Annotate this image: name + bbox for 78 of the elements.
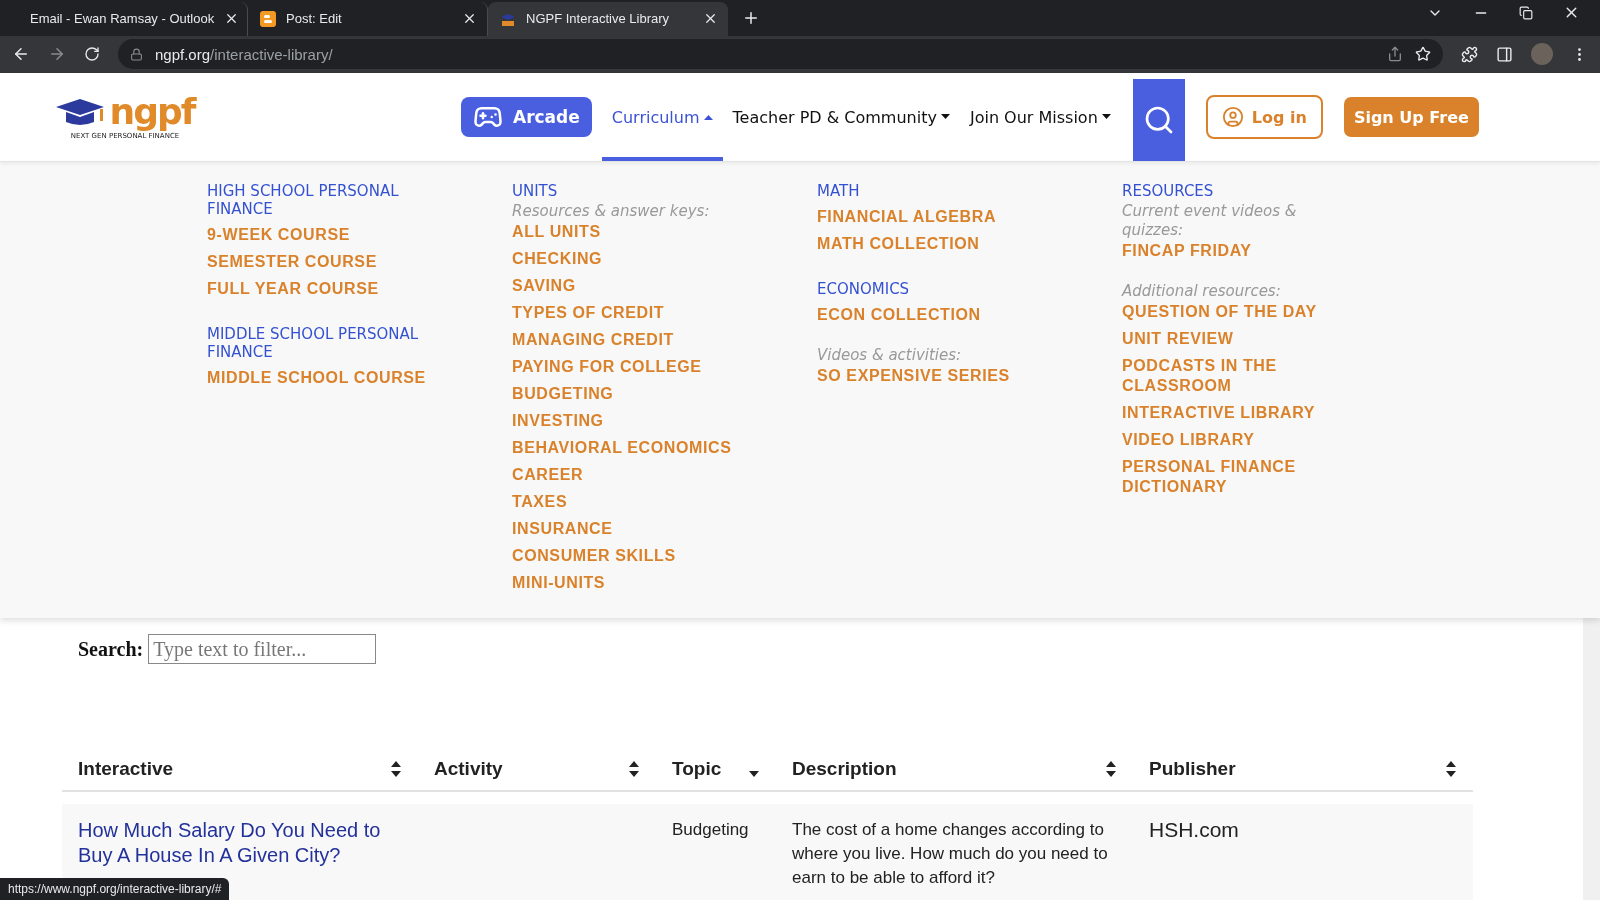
column-header[interactable]: Topic [672, 758, 722, 780]
menu-heading[interactable]: MATH [817, 182, 1057, 201]
search-field[interactable]: Type text to filter... [148, 634, 377, 664]
restore-icon[interactable] [1519, 4, 1533, 22]
menu-note: Current event videos & quizzes: [1122, 202, 1298, 241]
menu-link[interactable]: QUESTION OF THE DAY [1122, 302, 1332, 323]
menu-link[interactable]: FINCAP FRIDAY [1122, 241, 1332, 262]
signup-button[interactable]: Sign Up Free [1343, 97, 1479, 138]
browser-tab[interactable]: NGPF Interactive Library [488, 1, 728, 36]
menu-link[interactable]: UNIT REVIEW [1122, 329, 1332, 350]
menu-heading[interactable]: RESOURCES [1122, 182, 1332, 201]
menu-link[interactable]: CAREER [512, 465, 752, 486]
login-button[interactable]: Log in [1205, 95, 1323, 140]
menu-link[interactable]: SEMESTER COURSE [207, 252, 442, 273]
menu-heading[interactable]: UNITS [512, 182, 752, 201]
menu-note: Resources & answer keys: [512, 202, 711, 222]
menu-link[interactable]: VIDEO LIBRARY [1122, 430, 1332, 451]
menu-link[interactable]: MINI-UNITS [512, 573, 752, 594]
column-header[interactable]: Publisher [1149, 758, 1236, 780]
menu-link[interactable]: SAVING [512, 276, 752, 297]
menu-link[interactable]: CONSUMER SKILLS [512, 546, 752, 567]
blog-icon [260, 10, 276, 27]
menu-link[interactable]: INVESTING [512, 411, 752, 432]
column-header[interactable]: Interactive [78, 758, 174, 780]
menu-heading[interactable]: ECONOMICS [817, 280, 1057, 299]
sort-icon[interactable] [628, 760, 640, 778]
url-path: /interactive-library/ [210, 45, 333, 63]
sort-icon[interactable] [1105, 760, 1117, 778]
menu-link[interactable]: TAXES [512, 492, 752, 513]
menu-link[interactable]: ECON COLLECTION [817, 305, 1057, 326]
menu-link[interactable]: ALL UNITS [512, 222, 752, 243]
search-button[interactable] [1132, 79, 1185, 162]
menu-heading[interactable]: HIGH SCHOOL PERSONAL FINANCE [207, 182, 442, 219]
column-header[interactable]: Description [792, 758, 897, 780]
lock-icon [130, 47, 143, 61]
status-url: https://www.ngpf.org/interactive-library/# [0, 878, 230, 900]
menu-link[interactable]: PAYING FOR COLLEGE [512, 357, 752, 378]
interactive-link[interactable]: How Much Salary Do You Need to Buy A House In A Given City? [78, 818, 402, 868]
menu-link[interactable]: INTERACTIVE LIBRARY [1122, 403, 1332, 424]
menu-link[interactable]: TYPES OF CREDIT [512, 303, 752, 324]
menu-link[interactable]: CHECKING [512, 249, 752, 270]
url-host: ngpf.org [155, 45, 211, 63]
menu-link[interactable]: FINANCIAL ALGEBRA [817, 207, 1057, 228]
sort-descending-icon[interactable] [748, 770, 760, 778]
star-icon[interactable] [1415, 46, 1431, 63]
sort-icon[interactable] [390, 760, 402, 778]
menu-link[interactable]: PERSONAL FINANCE DICTIONARY [1122, 457, 1332, 498]
menu-link[interactable]: FULL YEAR COURSE [207, 279, 442, 300]
menu-link[interactable]: BUDGETING [512, 384, 752, 405]
menu-link[interactable]: MANAGING CREDIT [512, 330, 752, 351]
menu-link[interactable]: MIDDLE SCHOOL COURSE [207, 368, 442, 389]
menu-link[interactable]: 9-WEEK COURSE [207, 225, 442, 246]
menu-link[interactable]: MATH COLLECTION [817, 234, 1057, 255]
side-panel-icon[interactable] [1496, 45, 1513, 63]
menu-note: Additional resources: [1122, 282, 1282, 302]
table-cell: Budgeting [672, 820, 749, 839]
logo-wordmark[interactable]: ngpf [109, 94, 195, 131]
share-icon[interactable] [1387, 46, 1403, 63]
menu-link[interactable]: PODCASTS IN THE CLASSROOM [1122, 356, 1332, 397]
nav-menu-item[interactable]: Join Our Mission [959, 73, 1121, 162]
browser-tab[interactable]: Post: Edit [248, 1, 488, 36]
menu-note: Videos & activities: [817, 346, 963, 366]
nav-menu-item[interactable]: Teacher PD & Community [722, 73, 960, 162]
arcade-button[interactable]: Arcade [461, 97, 592, 138]
table-cell: HSH.com [1149, 818, 1239, 841]
menu-link[interactable]: BEHAVIORAL ECONOMICS [512, 438, 752, 459]
search-label: Search: [78, 637, 144, 661]
user-icon [1221, 106, 1244, 129]
menu-link[interactable]: INSURANCE [512, 519, 752, 540]
browser-tab[interactable]: Email - Ewan Ramsay - Outlook [8, 1, 248, 36]
table-cell: The cost of a home changes according to where you live. How much do you need to earn to be able to afford it? [792, 820, 1108, 887]
column-header[interactable]: Activity [434, 758, 503, 780]
menu-link[interactable]: SO EXPENSIVE SERIES [817, 366, 1057, 387]
address-bar[interactable]: ngpf.org/interactive-library/ [118, 39, 1443, 70]
sort-icon[interactable] [1445, 760, 1457, 778]
puzzle-icon[interactable] [1461, 45, 1478, 63]
reload-icon[interactable] [84, 46, 100, 63]
menu-heading[interactable]: MIDDLE SCHOOL PERSONAL FINANCE [207, 325, 442, 362]
